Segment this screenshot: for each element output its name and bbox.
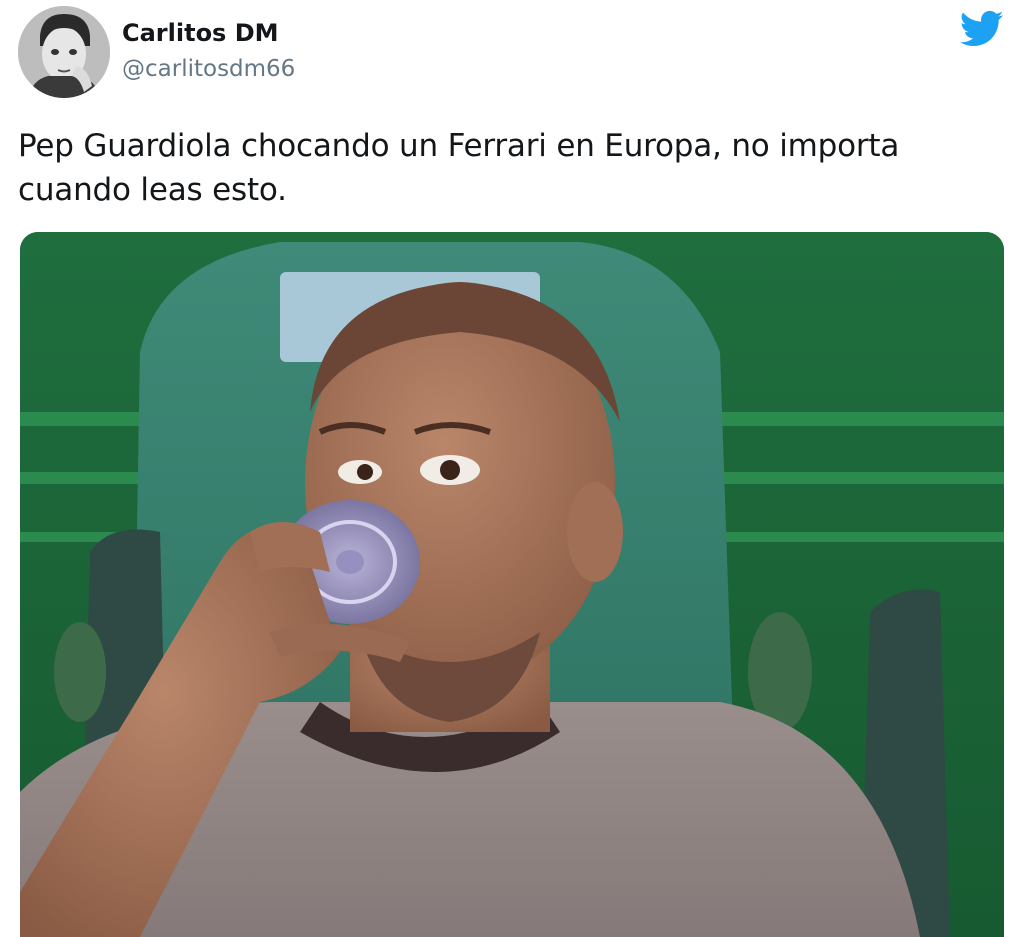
tweet-card: Carlitos DM @carlitosdm66 Pep Guardiola … <box>0 0 1024 937</box>
display-name[interactable]: Carlitos DM <box>122 19 279 47</box>
tweet-media-photo[interactable] <box>20 232 1004 937</box>
photo-man-drinking-water-bottle-icon <box>20 232 1004 937</box>
user-handle[interactable]: @carlitosdm66 <box>122 56 295 82</box>
avatar[interactable] <box>18 6 110 98</box>
tweet-text: Pep Guardiola chocando un Ferrari en Eur… <box>18 128 900 208</box>
profile-photo-icon <box>18 6 110 98</box>
twitter-bird-icon[interactable] <box>960 10 1004 48</box>
